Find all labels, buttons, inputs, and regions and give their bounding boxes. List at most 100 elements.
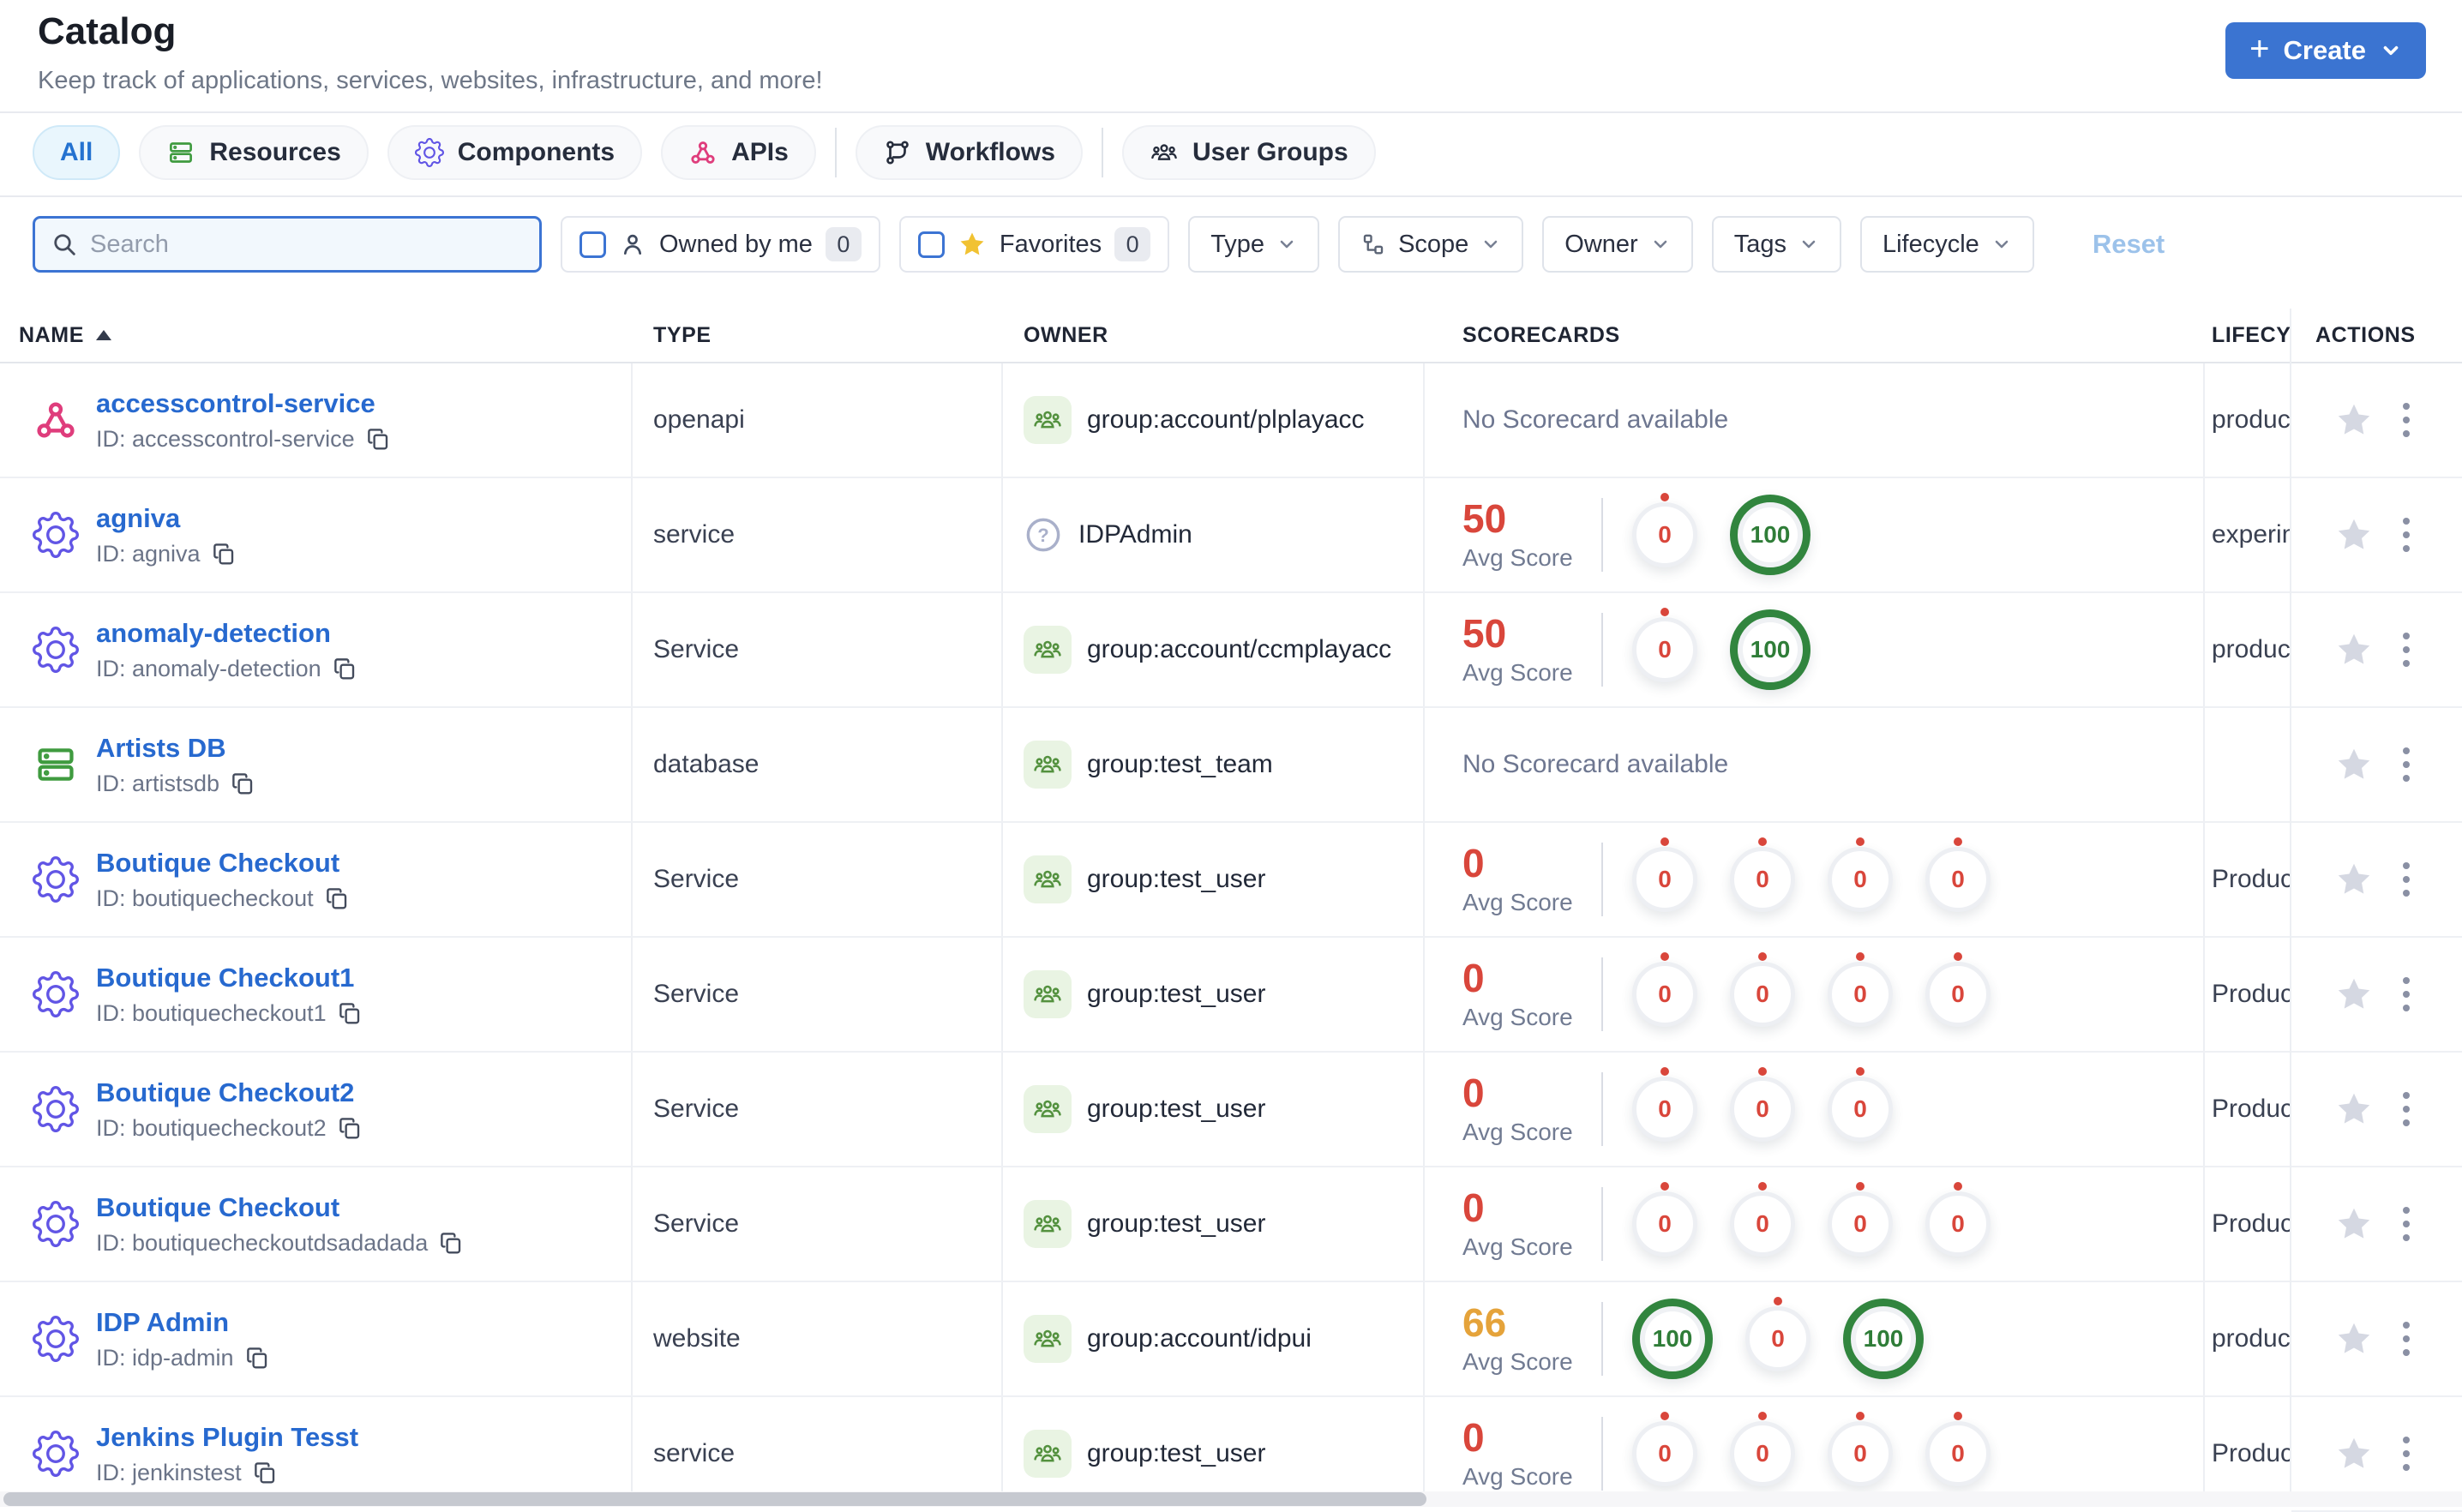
tab-all[interactable]: All bbox=[33, 125, 121, 180]
entity-name-link[interactable]: Boutique Checkout bbox=[96, 848, 350, 879]
entity-id: ID: artistsdb bbox=[96, 770, 220, 796]
actions-row bbox=[2291, 823, 2462, 938]
no-scorecard-text: No Scorecard available bbox=[1462, 750, 1729, 778]
favorite-star-icon[interactable] bbox=[2334, 630, 2374, 669]
type-filter-dropdown[interactable]: Type bbox=[1188, 216, 1320, 273]
entity-name-link[interactable]: anomaly-detection bbox=[96, 618, 357, 649]
entity-name-link[interactable]: accesscontrol-service bbox=[96, 388, 391, 419]
kebab-menu-icon[interactable] bbox=[2398, 1317, 2415, 1361]
kebab-menu-icon[interactable] bbox=[2398, 857, 2415, 902]
tab-workflows[interactable]: Workflows bbox=[855, 125, 1083, 180]
favorites-filter[interactable]: Favorites 0 bbox=[898, 216, 1170, 273]
scorecard-badge: 0 bbox=[1632, 1191, 1697, 1257]
entity-name-link[interactable]: IDP Admin bbox=[96, 1307, 270, 1338]
favorites-checkbox[interactable] bbox=[917, 231, 945, 258]
entity-name-link[interactable]: Boutique Checkout1 bbox=[96, 963, 363, 993]
group-icon bbox=[1024, 1085, 1072, 1133]
entity-name-link[interactable]: Artists DB bbox=[96, 733, 255, 764]
favorite-star-icon[interactable] bbox=[2334, 1089, 2374, 1129]
owned-by-me-checkbox[interactable] bbox=[579, 231, 606, 258]
database-icon bbox=[166, 138, 195, 167]
kebab-menu-icon[interactable] bbox=[2398, 1431, 2415, 1476]
copy-icon[interactable] bbox=[337, 1115, 363, 1141]
tab-group-divider bbox=[1101, 128, 1103, 177]
kebab-menu-icon[interactable] bbox=[2398, 513, 2415, 557]
favorite-star-icon[interactable] bbox=[2334, 515, 2374, 555]
tab-apis[interactable]: APIs bbox=[661, 125, 816, 180]
owner-filter-dropdown[interactable]: Owner bbox=[1542, 216, 1693, 273]
kebab-menu-icon[interactable] bbox=[2398, 1202, 2415, 1246]
scorecard-badge: 0 bbox=[1632, 962, 1697, 1027]
kebab-menu-icon[interactable] bbox=[2398, 742, 2415, 787]
entity-type: service bbox=[653, 1439, 736, 1467]
create-button-label: Create bbox=[2283, 35, 2367, 65]
kebab-menu-icon[interactable] bbox=[2398, 398, 2415, 442]
tab-user-groups[interactable]: User Groups bbox=[1121, 125, 1376, 180]
scope-filter-dropdown[interactable]: Scope bbox=[1338, 216, 1524, 273]
entity-id: ID: boutiquecheckout2 bbox=[96, 1114, 327, 1141]
tags-filter-dropdown[interactable]: Tags bbox=[1711, 216, 1841, 273]
kebab-menu-icon[interactable] bbox=[2398, 972, 2415, 1017]
lifecycle-filter-dropdown[interactable]: Lifecycle bbox=[1859, 216, 2034, 273]
kebab-menu-icon[interactable] bbox=[2398, 1087, 2415, 1131]
copy-icon[interactable] bbox=[438, 1230, 464, 1256]
favorite-star-icon[interactable] bbox=[2334, 1319, 2374, 1359]
copy-icon[interactable] bbox=[337, 1000, 363, 1026]
owned-by-me-label: Owned by me bbox=[659, 230, 813, 258]
scorecard-badges: 0 0 0 0 bbox=[1632, 962, 1991, 1027]
entity-name-link[interactable]: Jenkins Plugin Tesst bbox=[96, 1422, 358, 1453]
group-icon bbox=[1024, 1200, 1072, 1248]
copy-icon[interactable] bbox=[211, 541, 237, 567]
chevron-down-icon bbox=[2380, 39, 2402, 62]
group-icon bbox=[1150, 138, 1179, 167]
favorite-star-icon[interactable] bbox=[2334, 745, 2374, 784]
chevron-icon bbox=[1650, 234, 1671, 255]
reset-filters-link[interactable]: Reset bbox=[2093, 229, 2165, 260]
scorecard-badge-value: 0 bbox=[1756, 1440, 1769, 1467]
entity-type: Service bbox=[653, 635, 740, 663]
workflow-icon bbox=[883, 138, 912, 167]
entity-name-link[interactable]: Boutique Checkout bbox=[96, 1192, 464, 1223]
favorite-star-icon[interactable] bbox=[2334, 400, 2374, 440]
favorite-star-icon[interactable] bbox=[2334, 860, 2374, 899]
avg-score-block: 66 Avg Score bbox=[1462, 1302, 1601, 1376]
avg-score-label: Avg Score bbox=[1462, 1463, 1573, 1491]
entity-lifecycle: Production bbox=[2212, 1095, 2290, 1123]
question-icon: ? bbox=[1024, 515, 1063, 555]
scorecard-badge: 0 bbox=[1828, 847, 1893, 912]
tab-components[interactable]: Components bbox=[387, 125, 643, 180]
copy-icon[interactable] bbox=[324, 885, 350, 911]
score-divider bbox=[1601, 957, 1603, 1031]
scorecard-badge: 0 bbox=[1730, 1191, 1795, 1257]
entity-id: ID: boutiquecheckout bbox=[96, 885, 314, 911]
entity-name-link[interactable]: Boutique Checkout2 bbox=[96, 1077, 363, 1108]
column-header-name[interactable]: NAME bbox=[0, 309, 633, 362]
copy-icon[interactable] bbox=[252, 1460, 278, 1485]
chevron-icon bbox=[1991, 234, 2012, 255]
table-rows: accesscontrol-service ID: accesscontrol-… bbox=[0, 363, 2290, 1507]
scorecard-badge: 0 bbox=[1632, 502, 1697, 567]
dropdown-label: Owner bbox=[1564, 230, 1638, 258]
entity-name-link[interactable]: agniva bbox=[96, 503, 237, 534]
copy-icon[interactable] bbox=[244, 1345, 270, 1371]
create-button[interactable]: + Create bbox=[2225, 22, 2426, 79]
owned-by-me-filter[interactable]: Owned by me 0 bbox=[561, 216, 880, 273]
copy-icon[interactable] bbox=[365, 426, 391, 452]
favorite-star-icon[interactable] bbox=[2334, 975, 2374, 1014]
copy-icon[interactable] bbox=[332, 656, 357, 681]
horizontal-scrollbar-thumb[interactable] bbox=[3, 1492, 1426, 1506]
tab-resources[interactable]: Resources bbox=[139, 125, 369, 180]
scorecard-badge: 100 bbox=[1632, 1299, 1713, 1379]
table-row: Artists DB ID: artistsdb database group:… bbox=[0, 708, 2290, 823]
copy-icon[interactable] bbox=[230, 771, 255, 796]
entity-owner: IDPAdmin bbox=[1078, 520, 1192, 549]
gear-icon bbox=[33, 971, 79, 1017]
avg-score-value: 0 bbox=[1462, 1185, 1485, 1230]
search-input[interactable] bbox=[90, 230, 524, 259]
favorite-star-icon[interactable] bbox=[2334, 1434, 2374, 1473]
kebab-menu-icon[interactable] bbox=[2398, 627, 2415, 672]
favorite-star-icon[interactable] bbox=[2334, 1204, 2374, 1244]
chevron-icon bbox=[1480, 234, 1501, 255]
table-scroll-area: NAME TYPE OWNER SCORECARDS LIFECYCLE acc… bbox=[0, 309, 2290, 1507]
actions-row bbox=[2291, 363, 2462, 478]
